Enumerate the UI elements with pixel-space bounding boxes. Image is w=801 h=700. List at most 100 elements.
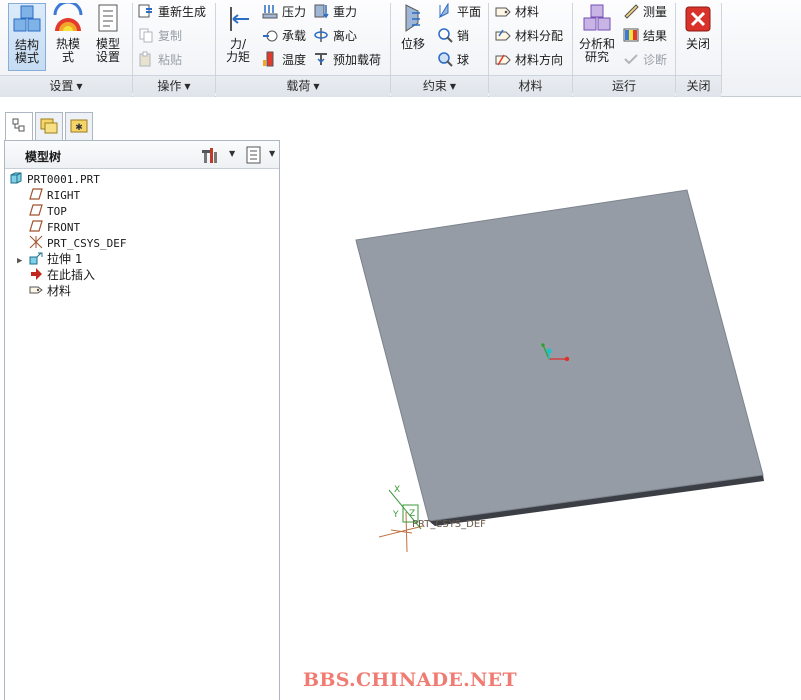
copy-icon xyxy=(139,28,153,43)
group-operations-label: 操作 xyxy=(157,79,182,93)
tree-node-csys[interactable]: PRT_CSYS_DEF xyxy=(29,235,126,251)
regenerate-button[interactable]: 重新生成 xyxy=(138,3,206,21)
group-close-label: 关闭 xyxy=(686,79,711,93)
group-settings-footer[interactable]: 设置 ▼ xyxy=(0,75,132,97)
temperature-icon xyxy=(263,51,274,67)
material-label: 材料 xyxy=(515,5,540,19)
results-button[interactable]: 结果 xyxy=(623,27,667,45)
centrifugal-label: 离心 xyxy=(333,29,358,43)
structure-mode-button[interactable]: 结构 模式 xyxy=(8,3,46,71)
group-materials-footer: 材料 xyxy=(489,75,572,97)
measure-icon xyxy=(624,4,639,19)
analysis-study-icon xyxy=(583,4,611,31)
csys-label: PRT_CSYS_DEF xyxy=(412,519,486,530)
displacement-button[interactable]: 位移 xyxy=(394,3,432,71)
group-constraints: 位移 平面 销 球 约束 ▼ xyxy=(391,0,488,97)
extrude-icon xyxy=(29,252,43,265)
tree-node-extrude[interactable]: ▶ 拉伸 1 xyxy=(17,251,82,267)
paste-button[interactable]: 粘贴 xyxy=(138,51,182,69)
material-tag-icon xyxy=(495,7,511,17)
tree-node-front-plane[interactable]: FRONT xyxy=(29,219,80,235)
chevron-down-icon[interactable]: ▼ xyxy=(269,149,275,158)
force-moment-label-2: 力矩 xyxy=(225,50,250,64)
model-tree-icon xyxy=(12,118,25,132)
thermal-mode-icon xyxy=(53,3,83,31)
group-constraints-footer[interactable]: 约束 ▼ xyxy=(391,75,488,97)
thermal-mode-label-2: 式 xyxy=(61,50,74,64)
graphics-viewport[interactable]: X Y Z PRT_CSYS_DEF xyxy=(281,97,801,700)
svg-text:Y: Y xyxy=(392,510,399,520)
material-orient-button[interactable]: 材料方向 xyxy=(495,51,563,69)
folders-icon xyxy=(40,118,58,134)
tree-node-label: 材料 xyxy=(47,284,72,298)
centrifugal-icon xyxy=(314,28,328,42)
svg-text:Z: Z xyxy=(409,509,415,519)
tree-filters-icon[interactable] xyxy=(245,146,263,164)
temperature-label: 温度 xyxy=(282,53,307,67)
tab-model-tree[interactable] xyxy=(5,112,33,141)
planar-button[interactable]: 平面 xyxy=(437,3,481,21)
group-settings-label: 设置 xyxy=(49,79,74,93)
bearing-button[interactable]: 承载 xyxy=(262,27,306,45)
plate-top-face[interactable] xyxy=(355,189,764,522)
analysis-study-label-2: 研究 xyxy=(584,50,609,64)
preload-button[interactable]: 预加载荷 xyxy=(313,51,381,69)
group-run: 分析和 研究 测量 结果 诊断 运行 xyxy=(573,0,675,97)
tab-favorites[interactable]: ✱ xyxy=(65,112,93,140)
temperature-button[interactable]: 温度 xyxy=(262,51,306,69)
gravity-button[interactable]: 重力 xyxy=(313,3,357,21)
material-orient-icon xyxy=(495,54,511,66)
group-run-label: 运行 xyxy=(611,79,636,93)
thermal-mode-button[interactable]: 热模 式 xyxy=(49,3,87,71)
preload-icon xyxy=(315,53,327,65)
planar-label: 平面 xyxy=(457,5,482,19)
tab-folder-browser[interactable] xyxy=(35,112,63,140)
close-button[interactable]: 关闭 xyxy=(679,3,717,71)
bearing-icon xyxy=(263,30,278,42)
force-moment-button[interactable]: 力/ 力矩 xyxy=(219,3,257,71)
tree-node-material[interactable]: 材料 xyxy=(29,283,71,299)
ball-icon xyxy=(438,52,453,67)
group-loads-footer[interactable]: 载荷 ▼ xyxy=(216,75,390,97)
material-assign-button[interactable]: 材料分配 xyxy=(495,27,563,45)
structure-mode-icon xyxy=(13,5,41,32)
centrifugal-button[interactable]: 离心 xyxy=(313,27,357,45)
pressure-button[interactable]: 压力 xyxy=(262,3,306,21)
tree-node-right-plane[interactable]: RIGHT xyxy=(29,187,80,203)
tree-node-part[interactable]: PRT0001.PRT xyxy=(9,171,100,187)
tree-node-label: PRT_CSYS_DEF xyxy=(47,237,127,250)
chevron-down-icon: ▼ xyxy=(449,82,457,91)
pin-icon xyxy=(438,28,453,43)
tree-settings-icon[interactable] xyxy=(201,146,219,164)
tree-node-top-plane[interactable]: TOP xyxy=(29,203,67,219)
favorites-folder-icon: ✱ xyxy=(70,119,88,133)
watermark-text: BBS.CHINADE.NET xyxy=(303,669,517,691)
material-button[interactable]: 材料 xyxy=(495,3,539,21)
pin-button[interactable]: 销 xyxy=(437,27,469,45)
chevron-down-icon[interactable]: ▼ xyxy=(229,149,235,158)
model-setup-button[interactable]: 模型 设置 xyxy=(89,3,127,71)
diagnose-label: 诊断 xyxy=(643,53,668,67)
tree-node-label: TOP xyxy=(47,205,67,218)
measure-label: 测量 xyxy=(643,5,668,19)
analysis-study-button[interactable]: 分析和 研究 xyxy=(575,3,619,71)
expand-arrow-icon[interactable]: ▶ xyxy=(17,253,25,269)
diagnose-button[interactable]: 诊断 xyxy=(623,51,667,69)
tree-node-label: 拉伸 1 xyxy=(47,252,83,266)
measure-button[interactable]: 测量 xyxy=(623,3,667,21)
model-tree-title: 模型树 xyxy=(25,150,62,164)
model-setup-icon xyxy=(98,4,118,32)
svg-text:✱: ✱ xyxy=(75,123,83,133)
group-operations-footer[interactable]: 操作 ▼ xyxy=(133,75,215,97)
displacement-icon xyxy=(405,4,420,32)
close-icon xyxy=(685,6,711,32)
paste-label: 粘贴 xyxy=(158,53,183,67)
tree-node-insert-here[interactable]: 在此插入 xyxy=(29,267,95,283)
results-label: 结果 xyxy=(643,29,668,43)
svg-text:X: X xyxy=(394,485,400,495)
displacement-label: 位移 xyxy=(400,37,425,51)
material-assign-label: 材料分配 xyxy=(515,29,564,43)
planar-icon xyxy=(438,3,449,19)
copy-button[interactable]: 复制 xyxy=(138,27,182,45)
ball-button[interactable]: 球 xyxy=(437,51,469,69)
